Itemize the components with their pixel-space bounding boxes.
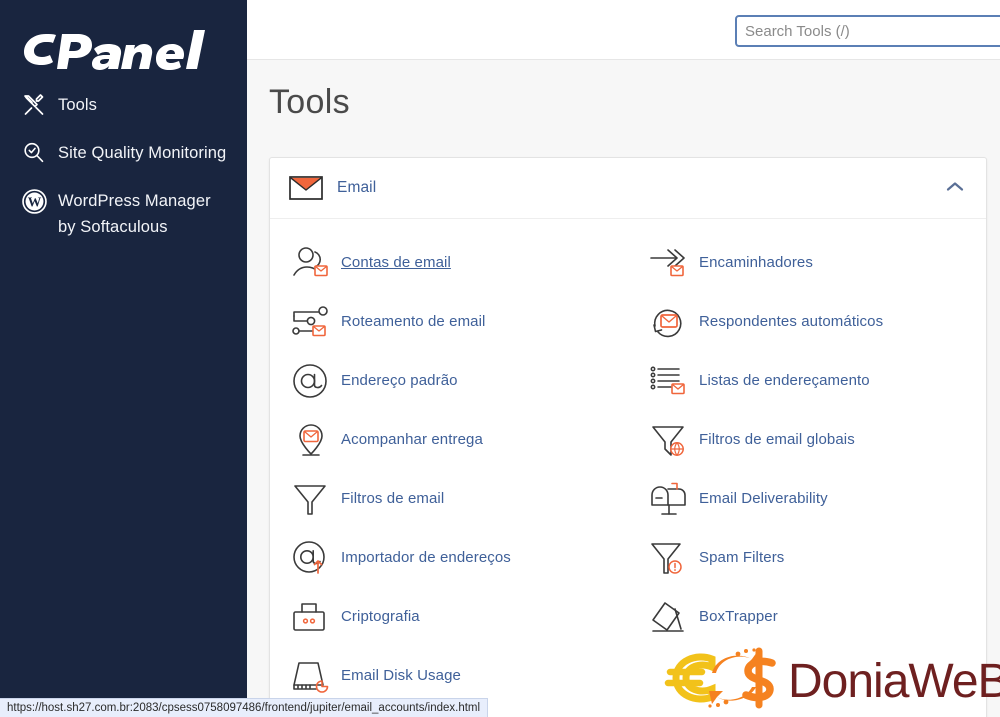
tool-label: Listas de endereçamento: [699, 372, 870, 389]
tool-boxtrapper[interactable]: BoxTrapper: [628, 587, 986, 646]
email-disk-usage-icon: [289, 656, 333, 696]
tool-track-delivery[interactable]: Acompanhar entrega: [270, 410, 628, 469]
email-tools-grid: Contas de email Encaminhadores Roteament…: [270, 219, 986, 717]
search-input[interactable]: [735, 15, 1000, 47]
tool-label: Email Deliverability: [699, 490, 828, 507]
sidebar-item-label: Tools: [58, 96, 98, 114]
site-quality-icon: [22, 140, 52, 166]
tool-email-filters[interactable]: Filtros de email: [270, 469, 628, 528]
email-panel: Email Contas de email Encaminhadores Rot…: [269, 157, 987, 717]
tool-email-accounts[interactable]: Contas de email: [270, 233, 628, 292]
encryption-icon: [289, 597, 333, 637]
tool-label: Spam Filters: [699, 549, 785, 566]
tool-mailing-lists[interactable]: Listas de endereçamento: [628, 351, 986, 410]
tool-email-routing[interactable]: Roteamento de email: [270, 292, 628, 351]
deliverability-icon: [647, 479, 691, 519]
tool-email-disk-usage[interactable]: Email Disk Usage: [270, 646, 628, 705]
email-routing-icon: [289, 302, 333, 342]
envelope-icon: [289, 175, 323, 201]
boxtrapper-icon: [647, 597, 691, 637]
svg-text:W: W: [28, 194, 42, 209]
tool-label: Respondentes automáticos: [699, 313, 884, 330]
default-address-icon: [289, 361, 333, 401]
tool-label: Importador de endereços: [341, 549, 511, 566]
sidebar-item-label: WordPress Manager by Softaculous: [58, 192, 211, 236]
tool-forwarders[interactable]: Encaminhadores: [628, 233, 986, 292]
tool-encryption[interactable]: Criptografia: [270, 587, 628, 646]
email-accounts-icon: [289, 243, 333, 283]
forwarders-icon: [647, 243, 691, 283]
sidebar-item-wordpress-manager[interactable]: W WordPress Manager by Softaculous: [0, 188, 247, 240]
sidebar-item-site-quality-monitoring[interactable]: Site Quality Monitoring: [0, 140, 247, 166]
browser-viewport: Tools Site Quality Monitoring W WordPres…: [0, 0, 1000, 717]
autoresponders-icon: [647, 302, 691, 342]
track-delivery-icon: [289, 420, 333, 460]
tool-label: Email Disk Usage: [341, 667, 461, 684]
tool-label: Filtros de email: [341, 490, 445, 507]
tool-label: Criptografia: [341, 608, 420, 625]
sidebar: Tools Site Quality Monitoring W WordPres…: [0, 0, 247, 717]
tool-address-importer[interactable]: Importador de endereços: [270, 528, 628, 587]
cpanel-logo[interactable]: [22, 24, 222, 70]
tool-global-email-filters[interactable]: Filtros de email globais: [628, 410, 986, 469]
wordpress-icon: W: [22, 188, 52, 214]
sidebar-item-label: Site Quality Monitoring: [58, 144, 227, 162]
tool-label: Acompanhar entrega: [341, 431, 483, 448]
tool-label: Roteamento de email: [341, 313, 486, 330]
email-panel-title: Email: [337, 179, 377, 196]
email-filters-icon: [289, 479, 333, 519]
top-header-bar: [247, 0, 1000, 60]
search-box[interactable]: [735, 15, 1000, 47]
tools-icon: [22, 92, 52, 118]
tool-label: Encaminhadores: [699, 254, 813, 271]
address-importer-icon: [289, 538, 333, 578]
tool-label: BoxTrapper: [699, 608, 778, 625]
tool-email-deliverability[interactable]: Email Deliverability: [628, 469, 986, 528]
tool-label: Filtros de email globais: [699, 431, 855, 448]
global-filters-icon: [647, 420, 691, 460]
tool-spam-filters[interactable]: Spam Filters: [628, 528, 986, 587]
sidebar-nav: Tools Site Quality Monitoring W WordPres…: [0, 92, 247, 262]
main-content: Tools Email Contas de email Encaminhador…: [247, 60, 1000, 717]
tool-label: Contas de email: [341, 254, 451, 271]
mailing-lists-icon: [647, 361, 691, 401]
tool-label: Endereço padrão: [341, 372, 458, 389]
tool-autoresponders[interactable]: Respondentes automáticos: [628, 292, 986, 351]
chevron-up-icon[interactable]: [946, 179, 964, 197]
status-url: https://host.sh27.com.br:2083/cpsess0758…: [7, 702, 481, 714]
spam-filters-icon: [647, 538, 691, 578]
tool-default-address[interactable]: Endereço padrão: [270, 351, 628, 410]
email-panel-header[interactable]: Email: [270, 158, 986, 219]
browser-status-bar: https://host.sh27.com.br:2083/cpsess0758…: [0, 698, 489, 717]
sidebar-item-tools[interactable]: Tools: [0, 92, 247, 118]
page-title: Tools: [269, 83, 350, 121]
